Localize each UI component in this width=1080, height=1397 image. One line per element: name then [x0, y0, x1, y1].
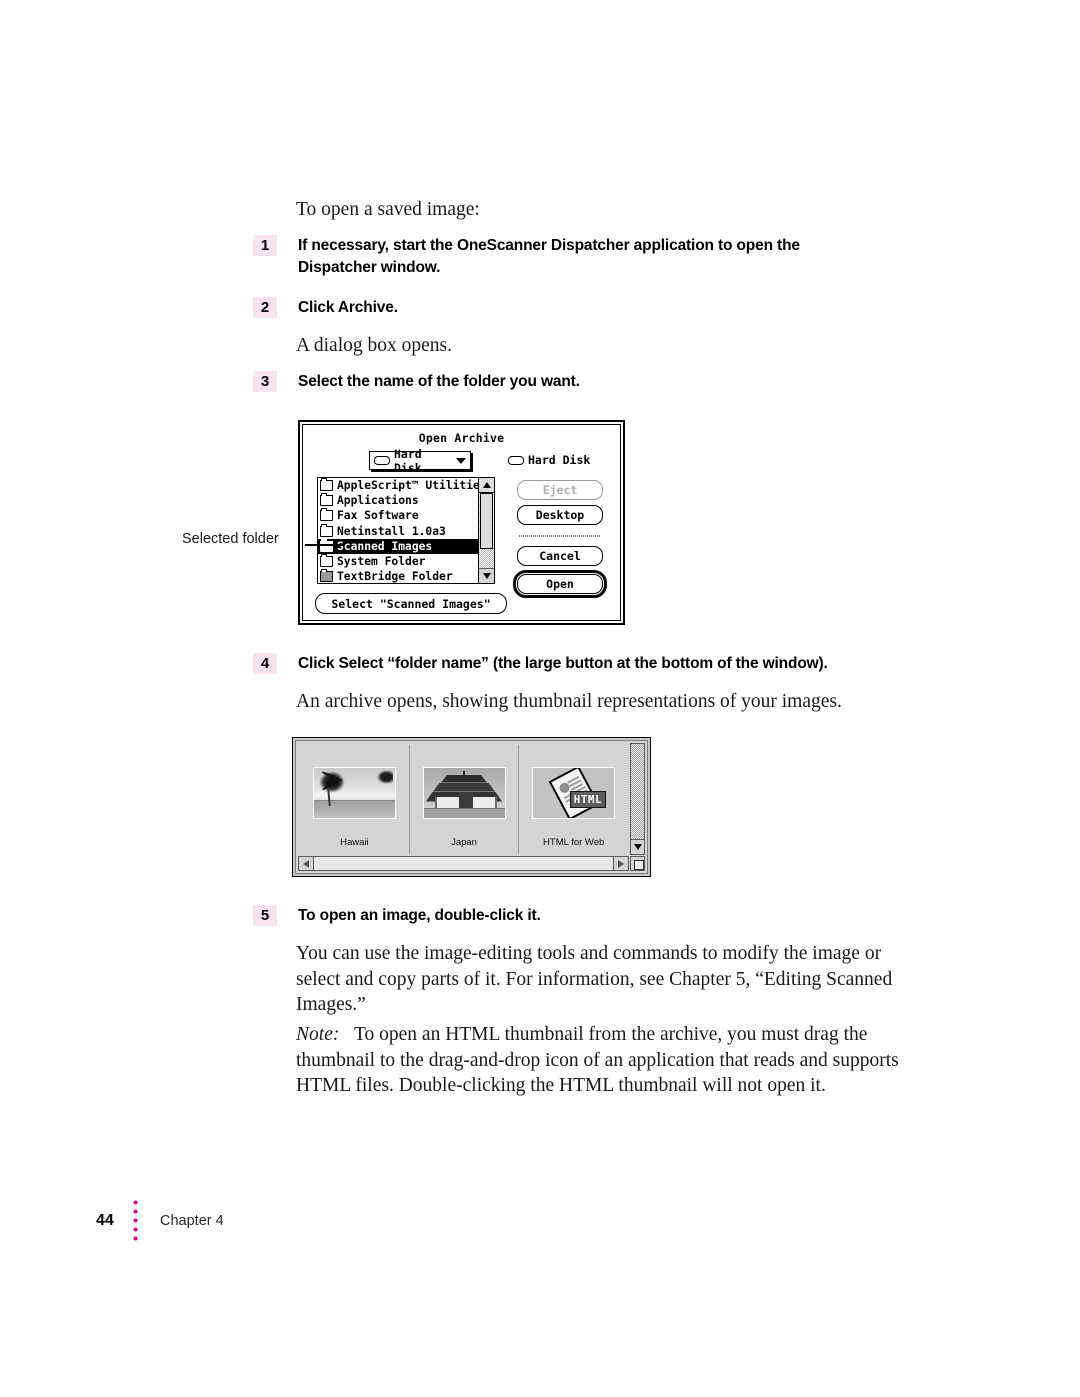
- scroll-left-button[interactable]: [299, 857, 314, 870]
- note-block: Note: To open an HTML thumbnail from the…: [296, 1022, 908, 1099]
- volume-popup-label: Hard Disk: [394, 446, 422, 475]
- chevron-down-icon: [456, 457, 466, 464]
- thumbnail-image-hawaii: [312, 766, 396, 819]
- step-item-5: 5 To open an image, double-click it.: [253, 905, 893, 927]
- step-text-3: Select the name of the folder you want.: [298, 373, 580, 390]
- vertical-scrollbar[interactable]: [630, 743, 645, 855]
- note-body: To open an HTML thumbnail from the archi…: [296, 1024, 899, 1096]
- folder-icon: [320, 569, 333, 583]
- volume-popup-menu[interactable]: Hard Disk: [369, 447, 471, 475]
- thumbnail-image-japan: [422, 766, 506, 819]
- step-text-5: To open an image, double-click it.: [298, 907, 541, 924]
- thumbnail-item[interactable]: Japan: [410, 745, 520, 854]
- list-item-label: Netinstall 1.0a3: [337, 524, 446, 538]
- paragraph-dialog-opens: A dialog box opens.: [296, 335, 452, 356]
- paragraph-archive-opens: An archive opens, showing thumbnail repr…: [296, 691, 842, 712]
- list-item-label: TextBridge Folder: [337, 570, 453, 583]
- current-volume-name: Hard Disk: [528, 453, 591, 467]
- open-archive-dialog: Open Archive Hard Disk Hard Disk AppleSc…: [298, 420, 625, 625]
- step-number-2: 2: [253, 297, 277, 318]
- horizontal-scrollbar[interactable]: [298, 856, 629, 871]
- step-number-3: 3: [253, 371, 277, 392]
- thumbnail-item[interactable]: HTML HTML for Web: [519, 745, 628, 854]
- arrow-down-icon: [482, 573, 491, 579]
- step-number-1: 1: [253, 235, 277, 256]
- scroll-right-button[interactable]: [613, 857, 628, 870]
- list-item-label: Scanned Images: [337, 539, 433, 553]
- step-number-4: 4: [253, 653, 277, 674]
- chapter-label: Chapter 4: [160, 1213, 224, 1229]
- list-item-label: Applications: [337, 494, 419, 508]
- thumbnail-caption: Hawaii: [340, 837, 369, 848]
- arrow-left-icon: [303, 859, 309, 868]
- folder-icon: [320, 493, 333, 507]
- scrollbar-thumb[interactable]: [480, 493, 493, 549]
- list-item[interactable]: Applications: [318, 493, 478, 509]
- folder-icon: [320, 523, 333, 537]
- scroll-down-button[interactable]: [479, 568, 494, 583]
- desktop-button[interactable]: Desktop: [517, 505, 603, 525]
- select-folder-button[interactable]: Select "Scanned Images": [315, 593, 507, 614]
- arrow-right-icon: [618, 859, 624, 868]
- arrow-down-icon: [633, 844, 642, 850]
- step-item-3: 3 Select the name of the folder you want…: [253, 371, 873, 393]
- cancel-button[interactable]: Cancel: [517, 546, 603, 566]
- thumbnail-caption: HTML for Web: [543, 837, 605, 848]
- scroll-down-button[interactable]: [631, 839, 644, 854]
- disk-icon: [374, 456, 390, 465]
- list-item[interactable]: System Folder: [318, 553, 478, 570]
- scroll-up-button[interactable]: [479, 478, 494, 493]
- thumbnail-caption: Japan: [451, 837, 477, 848]
- current-volume-label: Hard Disk: [508, 453, 590, 467]
- file-list[interactable]: AppleScript™ Utilities Applications Faх …: [317, 477, 495, 584]
- footer-dot-divider: [133, 1198, 138, 1244]
- step-text-2: Click Archive.: [298, 299, 398, 316]
- list-item-label: System Folder: [337, 555, 426, 569]
- open-button[interactable]: Open: [517, 574, 603, 594]
- folder-icon: [320, 554, 333, 568]
- step-number-5: 5: [253, 905, 277, 926]
- separator-line: [519, 535, 601, 537]
- paragraph-editing-tools: You can use the image-editing tools and …: [296, 943, 893, 1015]
- page-number: 44: [96, 1212, 114, 1229]
- document-page: To open a saved image: 1 If necessary, s…: [0, 0, 1080, 1397]
- step-item-4: 4 Click Select “folder name” (the large …: [253, 653, 893, 675]
- callout-selected-folder-label: Selected folder: [182, 531, 279, 547]
- list-item[interactable]: AppleScript™ Utilities: [318, 478, 478, 494]
- dialog-title: Open Archive: [418, 431, 505, 445]
- list-item[interactable]: Faх Software: [318, 508, 478, 524]
- folder-icon: [320, 478, 333, 492]
- arrow-up-icon: [482, 482, 491, 488]
- page-footer: 44 Chapter 4: [96, 1198, 224, 1244]
- step-text-4: Click Select “folder name” (the large bu…: [298, 655, 828, 672]
- vertical-scrollbar[interactable]: [478, 478, 494, 583]
- thumbnail-image-html: HTML: [532, 766, 616, 819]
- list-item-label: Faх Software: [337, 509, 419, 523]
- note-label: Note:: [296, 1024, 340, 1045]
- list-item-label: AppleScript™ Utilities: [337, 479, 478, 493]
- folder-icon: [320, 538, 333, 552]
- thumbnail-item[interactable]: Hawaii: [300, 745, 410, 854]
- disk-icon: [508, 455, 524, 465]
- step-text-1: If necessary, start the OneScanner Dispa…: [298, 237, 800, 276]
- thumbnail-area: Hawaii Japan HTML HTML for Web: [300, 745, 628, 854]
- list-item-selected[interactable]: Scanned Images: [318, 538, 478, 554]
- callout-leader-line: [305, 544, 345, 546]
- grow-box[interactable]: [630, 856, 645, 871]
- eject-button: Eject: [517, 480, 603, 500]
- archive-thumbnail-window: Hawaii Japan HTML HTML for Web: [292, 737, 651, 877]
- intro-line: To open a saved image:: [296, 199, 480, 220]
- list-item[interactable]: Netinstall 1.0a3: [318, 523, 478, 539]
- html-badge: HTML: [569, 790, 607, 808]
- folder-icon: [320, 508, 333, 522]
- step-item-1: 1 If necessary, start the OneScanner Dis…: [253, 235, 873, 278]
- list-item[interactable]: TextBridge Folder: [318, 569, 478, 583]
- step-item-2: 2 Click Archive.: [253, 297, 873, 319]
